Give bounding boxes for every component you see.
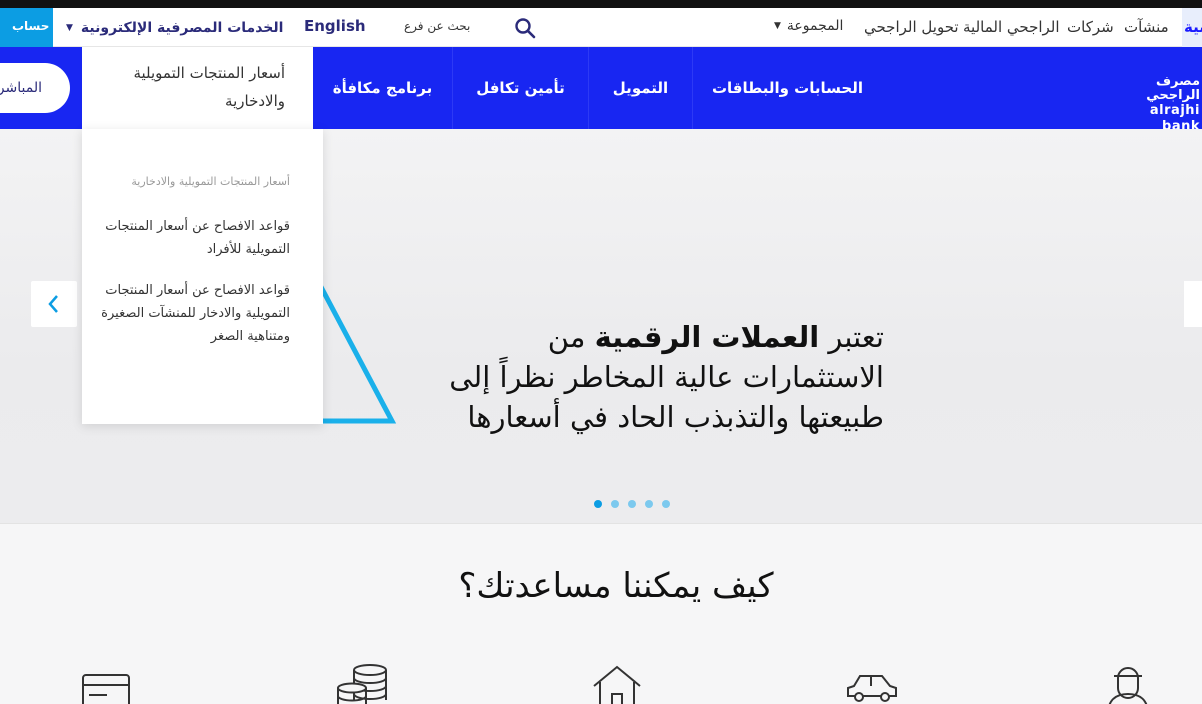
dropdown-link-sme[interactable]: قواعد الافصاح عن أسعار المنتجات التمويلي… <box>100 279 290 348</box>
nav-takaful[interactable]: تأمين تكافل <box>452 47 588 129</box>
carousel-next-button[interactable] <box>1184 281 1202 327</box>
carousel-dots <box>594 500 670 508</box>
open-account-button[interactable]: فتح حساب <box>0 8 53 47</box>
carousel-dot[interactable] <box>628 500 636 508</box>
link-transfer[interactable]: تحويل الراجحي <box>864 8 959 46</box>
hero-message: تعتبر العملات الرقمية من الاستثمارات عال… <box>420 317 884 437</box>
chevron-down-icon: ▼ <box>774 21 781 31</box>
live-button[interactable]: المباشر <box>0 63 70 113</box>
carousel-dot[interactable] <box>611 500 619 508</box>
chevron-down-icon: ▼ <box>66 22 73 33</box>
chevron-left-icon <box>48 295 58 313</box>
link-capital[interactable]: الراجحي المالية <box>963 8 1060 46</box>
language-switch[interactable]: English <box>304 8 366 44</box>
nav-finance[interactable]: التمويل <box>588 47 692 129</box>
nav-rewards[interactable]: برنامج مكافأة <box>312 47 452 129</box>
top-strip <box>0 0 1202 8</box>
group-menu[interactable]: ▼ المجموعة <box>774 8 843 44</box>
search-icon[interactable] <box>514 17 536 39</box>
person-icon[interactable] <box>1100 664 1156 704</box>
home-icon[interactable] <box>590 664 646 704</box>
rates-dropdown: أسعار المنتجات التمويلية والادخارية قواع… <box>82 129 323 424</box>
link-firms[interactable]: منشآت <box>1124 8 1169 46</box>
nav-accounts-cards[interactable]: الحسابات والبطاقات <box>692 47 882 129</box>
car-icon[interactable] <box>844 664 900 704</box>
nav-rates-label: أسعار المنتجات التمويلية والادخارية <box>133 64 285 110</box>
carousel-dot[interactable] <box>645 500 653 508</box>
hero-line-3: طبيعتها والتذبذب الحاد في أسعارها <box>467 400 884 434</box>
dropdown-heading: أسعار المنتجات التمويلية والادخارية <box>131 175 290 188</box>
carousel-prev-button[interactable] <box>31 281 77 327</box>
ebanking-label: الخدمات المصرفية الإلكترونية <box>80 19 284 36</box>
link-personal[interactable]: شخصية <box>1182 8 1202 47</box>
ebanking-menu[interactable]: ▼ الخدمات المصرفية الإلكترونية <box>66 8 283 47</box>
help-title: كيف يمكننا مساعدتك؟ <box>458 566 774 606</box>
coins-icon[interactable] <box>334 664 390 704</box>
hero-line-2: الاستثمارات عالية المخاطر نظراً إلى <box>449 360 884 394</box>
logo-arabic: مصرف الراجحي <box>1146 74 1200 103</box>
hero-line-1: تعتبر العملات الرقمية من <box>547 320 884 354</box>
carousel-dot[interactable] <box>662 500 670 508</box>
carousel-dot[interactable] <box>594 500 602 508</box>
dropdown-link-individuals[interactable]: قواعد الافصاح عن أسعار المنتجات التمويلي… <box>100 215 290 261</box>
card-icon[interactable] <box>80 664 136 704</box>
link-companies[interactable]: شركات <box>1067 8 1114 46</box>
utility-bar: فتح حساب ▼ الخدمات المصرفية الإلكترونية … <box>0 8 1202 47</box>
nav-rates-tab[interactable]: أسعار المنتجات التمويلية والادخارية <box>82 47 313 129</box>
help-section: كيف يمكننا مساعدتك؟ <box>0 523 1202 704</box>
branch-search-link[interactable]: بحث عن فرع <box>404 8 470 44</box>
group-label: المجموعة <box>786 18 844 34</box>
bank-logo[interactable]: مصرف الراجحي alrajhi bank <box>1108 75 1200 135</box>
